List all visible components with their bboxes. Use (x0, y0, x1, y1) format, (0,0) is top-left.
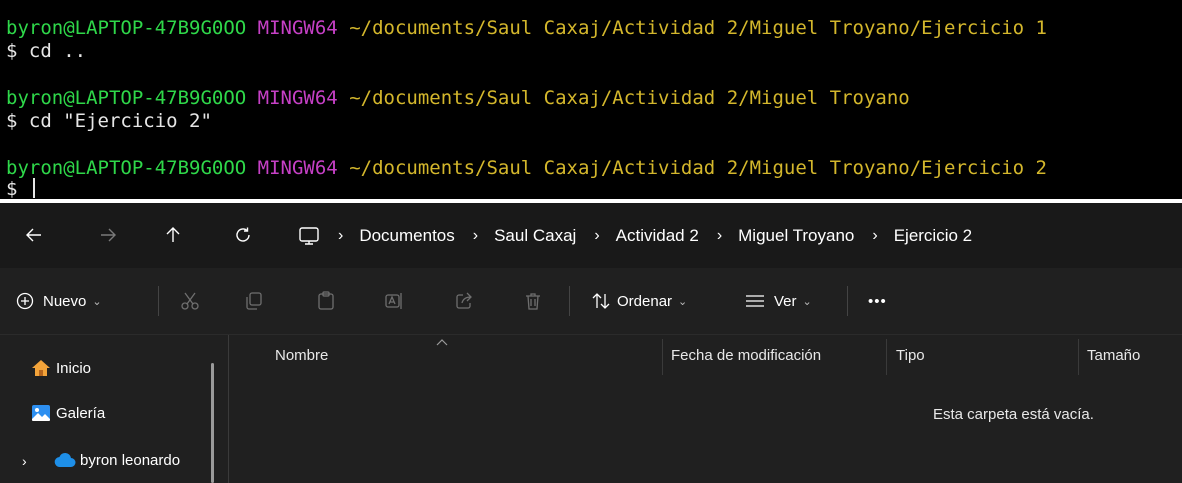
column-header-row: Nombre Fecha de modificación Tipo Tamaño (229, 335, 1182, 375)
toolbar-divider (569, 286, 570, 316)
this-pc-crumb[interactable] (298, 225, 320, 247)
back-button[interactable] (16, 217, 52, 253)
copy-button[interactable] (244, 284, 264, 318)
breadcrumb: › Documentos › Saul Caxaj › Actividad 2 … (298, 203, 972, 268)
cut-button[interactable] (180, 284, 200, 318)
breadcrumb-item-documentos[interactable]: Documentos (359, 226, 454, 246)
column-header-tipo[interactable]: Tipo (896, 347, 925, 364)
chevron-right-icon: › (338, 226, 344, 244)
column-header-tamano[interactable]: Tamaño (1087, 347, 1140, 364)
forward-button[interactable] (90, 217, 126, 253)
text-cursor (32, 178, 35, 198)
sidebar-item-onedrive[interactable]: byron leonardo (54, 445, 180, 475)
chevron-right-icon: › (472, 226, 479, 244)
plus-circle-icon (16, 292, 34, 310)
terminal-user-host: byron@LAPTOP-47B9G0OO (6, 87, 247, 109)
navigation-pane: Inicio Galería › byron leonardo (0, 335, 229, 483)
terminal-command-line: $ cd "Ejercicio 2" (6, 110, 212, 132)
arrow-up-icon (166, 227, 180, 242)
sidebar-item-inicio[interactable]: Inicio (30, 353, 91, 383)
refresh-button[interactable] (225, 217, 261, 253)
sort-button[interactable]: Ordenar ⌄ (592, 284, 687, 318)
gallery-icon (30, 402, 52, 424)
delete-button[interactable] (523, 284, 543, 318)
rename-icon (385, 293, 402, 309)
sort-button-label: Ordenar (617, 292, 673, 310)
git-bash-terminal[interactable]: byron@LAPTOP-47B9G0OO MINGW64 ~/document… (0, 0, 1182, 201)
chevron-right-icon: › (716, 226, 723, 244)
up-button[interactable] (155, 217, 191, 253)
arrow-left-icon (26, 228, 41, 242)
sort-ascending-icon (436, 333, 448, 350)
terminal-prompt-line: byron@LAPTOP-47B9G0OO MINGW64 ~/document… (6, 17, 1047, 40)
new-button-label: Nuevo (43, 292, 87, 310)
more-options-button[interactable]: ••• (868, 284, 887, 318)
view-button-label: Ver (774, 292, 797, 310)
toolbar-divider (158, 286, 159, 316)
command-bar: Nuevo ⌄ Ordenar ⌄ Ver ⌄ ••• (0, 268, 1182, 335)
column-header-fecha[interactable]: Fecha de modificación (671, 347, 821, 364)
file-explorer-window: › Documentos › Saul Caxaj › Actividad 2 … (0, 203, 1182, 483)
rename-button[interactable] (384, 284, 404, 318)
terminal-input-line[interactable]: $ (6, 178, 35, 201)
column-divider[interactable] (662, 339, 663, 375)
empty-folder-message: Esta carpeta está vacía. (933, 406, 1094, 423)
terminal-prompt-line: byron@LAPTOP-47B9G0OO MINGW64 ~/document… (6, 87, 910, 110)
terminal-command-line: $ cd .. (6, 40, 87, 62)
column-divider[interactable] (886, 339, 887, 375)
terminal-path: ~/documents/Saul Caxaj/Actividad 2/Migue… (349, 157, 1047, 179)
chevron-right-icon: › (594, 226, 600, 244)
breadcrumb-item-actividad-2[interactable]: Actividad 2 (616, 226, 699, 246)
view-button[interactable]: Ver ⌄ (745, 284, 812, 318)
breadcrumb-item-saul-caxaj[interactable]: Saul Caxaj (494, 226, 576, 246)
chevron-down-icon: ⌄ (678, 295, 688, 308)
terminal-system: MINGW64 (257, 87, 338, 109)
address-bar: › Documentos › Saul Caxaj › Actividad 2 … (0, 203, 1182, 268)
chevron-down-icon: ⌄ (802, 295, 812, 308)
sidebar-item-galeria[interactable]: Galería (30, 398, 105, 428)
share-button[interactable] (454, 284, 474, 318)
terminal-path: ~/documents/Saul Caxaj/Actividad 2/Migue… (349, 87, 910, 109)
breadcrumb-item-ejercicio-2[interactable]: Ejercicio 2 (894, 226, 972, 246)
chevron-right-icon[interactable]: › (22, 453, 27, 469)
chevron-right-icon: › (872, 226, 878, 244)
trash-icon (526, 293, 540, 310)
arrow-right-icon (101, 228, 116, 242)
terminal-prompt-line: byron@LAPTOP-47B9G0OO MINGW64 ~/document… (6, 157, 1047, 180)
more-options-icon: ••• (868, 292, 887, 310)
chevron-down-icon: ⌄ (92, 295, 102, 308)
home-icon (30, 357, 52, 379)
terminal-current-input: $ (6, 178, 29, 200)
paste-button[interactable] (316, 284, 336, 318)
onedrive-cloud-icon (54, 449, 76, 471)
new-button[interactable]: Nuevo ⌄ (16, 284, 102, 318)
terminal-path: ~/documents/Saul Caxaj/Actividad 2/Migue… (349, 17, 1047, 39)
scissors-icon (181, 292, 199, 310)
sidebar-item-label: byron leonardo (80, 451, 181, 469)
monitor-icon (299, 226, 319, 245)
list-view-icon (746, 295, 764, 307)
clipboard-icon (318, 291, 334, 310)
sidebar-scrollbar[interactable] (211, 363, 214, 483)
toolbar-divider (847, 286, 848, 316)
explorer-content: Inicio Galería › byron leonardo Nombre F… (0, 335, 1182, 483)
sort-arrows-icon (592, 293, 610, 309)
column-divider[interactable] (1078, 339, 1079, 375)
breadcrumb-item-miguel-troyano[interactable]: Miguel Troyano (738, 226, 854, 246)
column-header-nombre[interactable]: Nombre (275, 347, 328, 364)
terminal-user-host: byron@LAPTOP-47B9G0OO (6, 17, 247, 39)
terminal-system: MINGW64 (257, 17, 338, 39)
sidebar-item-label: Inicio (56, 359, 92, 377)
terminal-system: MINGW64 (257, 157, 338, 179)
refresh-icon (236, 227, 250, 242)
terminal-user-host: byron@LAPTOP-47B9G0OO (6, 157, 247, 179)
copy-icon (246, 292, 262, 310)
share-icon (456, 292, 472, 309)
sidebar-item-label: Galería (56, 404, 106, 422)
